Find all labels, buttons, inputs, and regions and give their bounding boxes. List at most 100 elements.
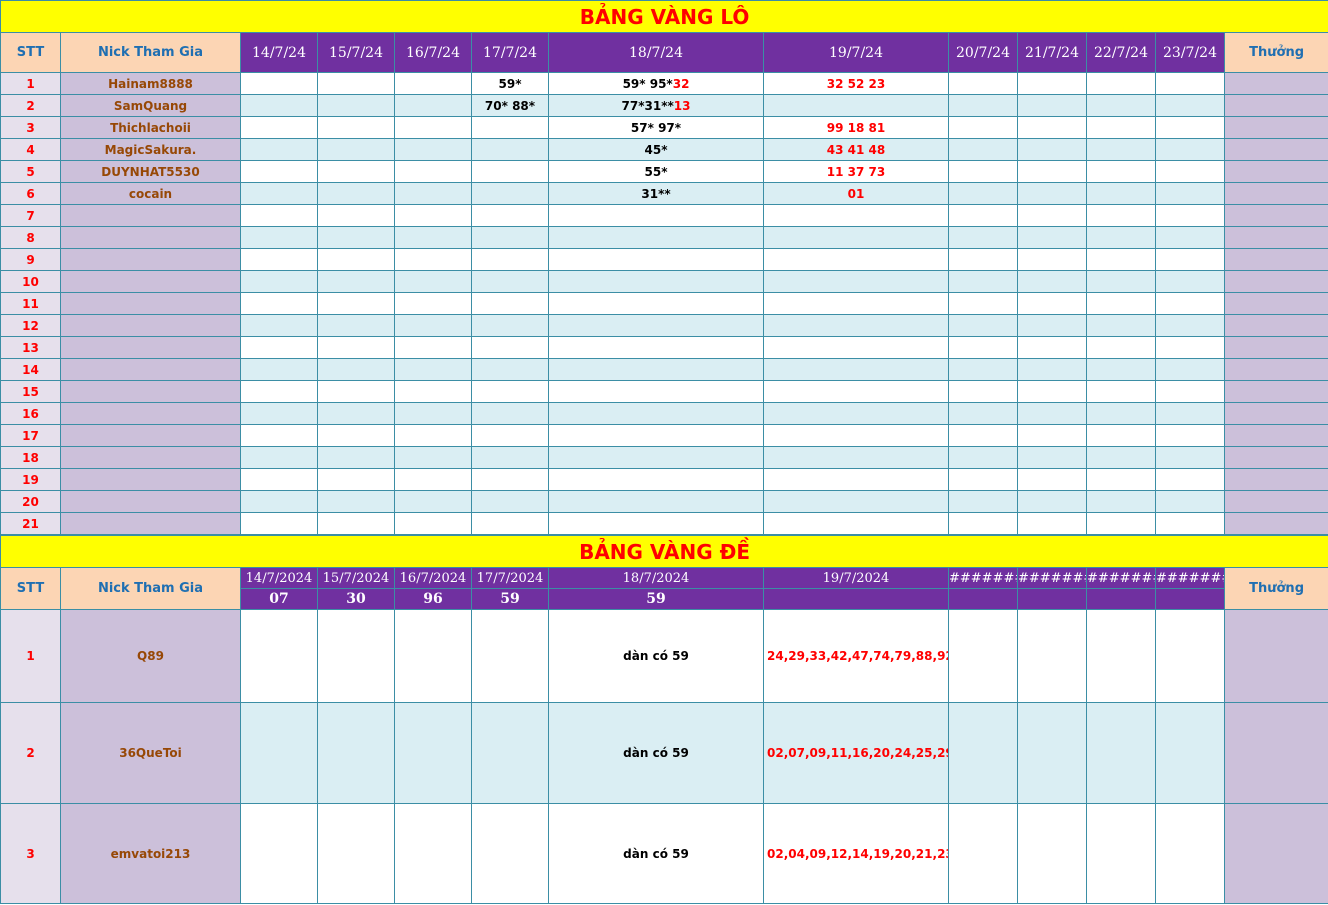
de-cell-18-7[interactable]: dàn có 59 (548, 702, 764, 804)
lo-row-thuong[interactable] (1223, 182, 1328, 205)
lo-cell-18-7[interactable] (548, 204, 764, 227)
lo-cell[interactable] (394, 226, 472, 249)
lo-cell[interactable] (1155, 468, 1225, 491)
lo-cell-18-7[interactable]: 55* (548, 160, 764, 183)
de-cell-18-7[interactable]: dàn có 59 (548, 609, 764, 703)
lo-cell[interactable] (317, 270, 395, 293)
lo-cell[interactable] (1155, 512, 1225, 535)
lo-cell[interactable] (948, 292, 1018, 315)
lo-cell[interactable] (1086, 446, 1156, 469)
lo-cell-18-7[interactable]: 57* 97* (548, 116, 764, 139)
lo-row-thuong[interactable] (1223, 490, 1328, 513)
lo-cell[interactable] (948, 380, 1018, 403)
lo-row-thuong[interactable] (1223, 248, 1328, 271)
lo-cell[interactable] (317, 468, 395, 491)
lo-cell[interactable] (1017, 182, 1087, 205)
lo-cell[interactable] (394, 490, 472, 513)
de-row-thuong[interactable] (1223, 803, 1328, 904)
de-cell[interactable] (1086, 702, 1156, 804)
lo-cell[interactable] (1017, 138, 1087, 161)
lo-cell-17-7[interactable] (471, 402, 549, 425)
lo-cell-17-7[interactable] (471, 468, 549, 491)
lo-cell[interactable] (948, 72, 1018, 95)
lo-cell[interactable] (240, 380, 318, 403)
lo-cell[interactable] (948, 138, 1018, 161)
de-cell[interactable] (948, 702, 1018, 804)
lo-cell[interactable] (1017, 116, 1087, 139)
lo-cell-18-7[interactable] (548, 270, 764, 293)
lo-cell[interactable] (1017, 468, 1087, 491)
de-cell[interactable] (394, 609, 472, 703)
lo-cell[interactable] (317, 358, 395, 381)
lo-cell-18-7[interactable] (548, 248, 764, 271)
lo-cell[interactable] (1155, 336, 1225, 359)
lo-cell[interactable] (317, 402, 395, 425)
lo-cell-18-7[interactable] (548, 402, 764, 425)
lo-cell[interactable] (948, 182, 1018, 205)
lo-cell[interactable] (394, 292, 472, 315)
lo-cell[interactable] (317, 182, 395, 205)
de-cell[interactable] (240, 803, 318, 904)
lo-cell[interactable] (1155, 314, 1225, 337)
lo-cell-18-7[interactable]: 59* 95*32 (548, 72, 764, 95)
lo-cell[interactable] (1086, 72, 1156, 95)
lo-cell[interactable] (394, 182, 472, 205)
lo-cell[interactable] (1017, 160, 1087, 183)
lo-cell[interactable] (317, 292, 395, 315)
lo-cell[interactable] (1086, 160, 1156, 183)
lo-cell[interactable] (317, 512, 395, 535)
lo-cell[interactable] (1086, 182, 1156, 205)
lo-cell[interactable] (1086, 358, 1156, 381)
lo-cell[interactable] (948, 314, 1018, 337)
lo-cell-18-7[interactable] (548, 336, 764, 359)
lo-cell[interactable] (948, 336, 1018, 359)
lo-cell[interactable] (1086, 512, 1156, 535)
lo-cell[interactable] (948, 402, 1018, 425)
lo-cell-18-7[interactable] (548, 380, 764, 403)
lo-cell-17-7[interactable] (471, 160, 549, 183)
lo-cell[interactable] (1086, 380, 1156, 403)
lo-cell[interactable] (240, 160, 318, 183)
lo-cell[interactable] (394, 116, 472, 139)
de-row-thuong[interactable] (1223, 609, 1328, 703)
lo-cell[interactable] (1155, 72, 1225, 95)
lo-cell[interactable] (1086, 204, 1156, 227)
lo-cell-17-7[interactable] (471, 336, 549, 359)
lo-cell[interactable] (240, 270, 318, 293)
de-cell[interactable] (471, 702, 549, 804)
lo-cell[interactable] (1155, 160, 1225, 183)
lo-cell[interactable] (1086, 138, 1156, 161)
lo-cell[interactable] (1086, 402, 1156, 425)
lo-cell[interactable] (240, 248, 318, 271)
lo-cell-18-7[interactable] (548, 468, 764, 491)
lo-row-thuong[interactable] (1223, 446, 1328, 469)
lo-cell[interactable] (1086, 424, 1156, 447)
lo-cell[interactable] (1155, 402, 1225, 425)
lo-cell-19-7[interactable]: 32 52 23 (763, 72, 949, 95)
de-cell[interactable] (240, 702, 318, 804)
lo-cell[interactable] (1017, 402, 1087, 425)
lo-row-thuong[interactable] (1223, 72, 1328, 95)
lo-row-thuong[interactable] (1223, 314, 1328, 337)
lo-cell[interactable] (317, 116, 395, 139)
lo-cell[interactable] (317, 226, 395, 249)
lo-cell[interactable] (240, 182, 318, 205)
lo-cell[interactable] (240, 138, 318, 161)
lo-cell-17-7[interactable] (471, 292, 549, 315)
lo-cell-19-7[interactable] (763, 424, 949, 447)
lo-cell[interactable] (1017, 358, 1087, 381)
lo-cell-17-7[interactable] (471, 182, 549, 205)
lo-row-thuong[interactable] (1223, 380, 1328, 403)
lo-cell[interactable] (948, 116, 1018, 139)
lo-cell[interactable] (948, 446, 1018, 469)
lo-row-thuong[interactable] (1223, 468, 1328, 491)
lo-cell[interactable] (1017, 270, 1087, 293)
lo-cell[interactable] (1017, 314, 1087, 337)
lo-cell[interactable] (240, 358, 318, 381)
lo-cell[interactable] (1017, 226, 1087, 249)
lo-cell[interactable] (948, 226, 1018, 249)
lo-cell[interactable] (948, 204, 1018, 227)
lo-cell[interactable] (394, 160, 472, 183)
lo-cell-17-7[interactable] (471, 226, 549, 249)
lo-cell[interactable] (240, 72, 318, 95)
